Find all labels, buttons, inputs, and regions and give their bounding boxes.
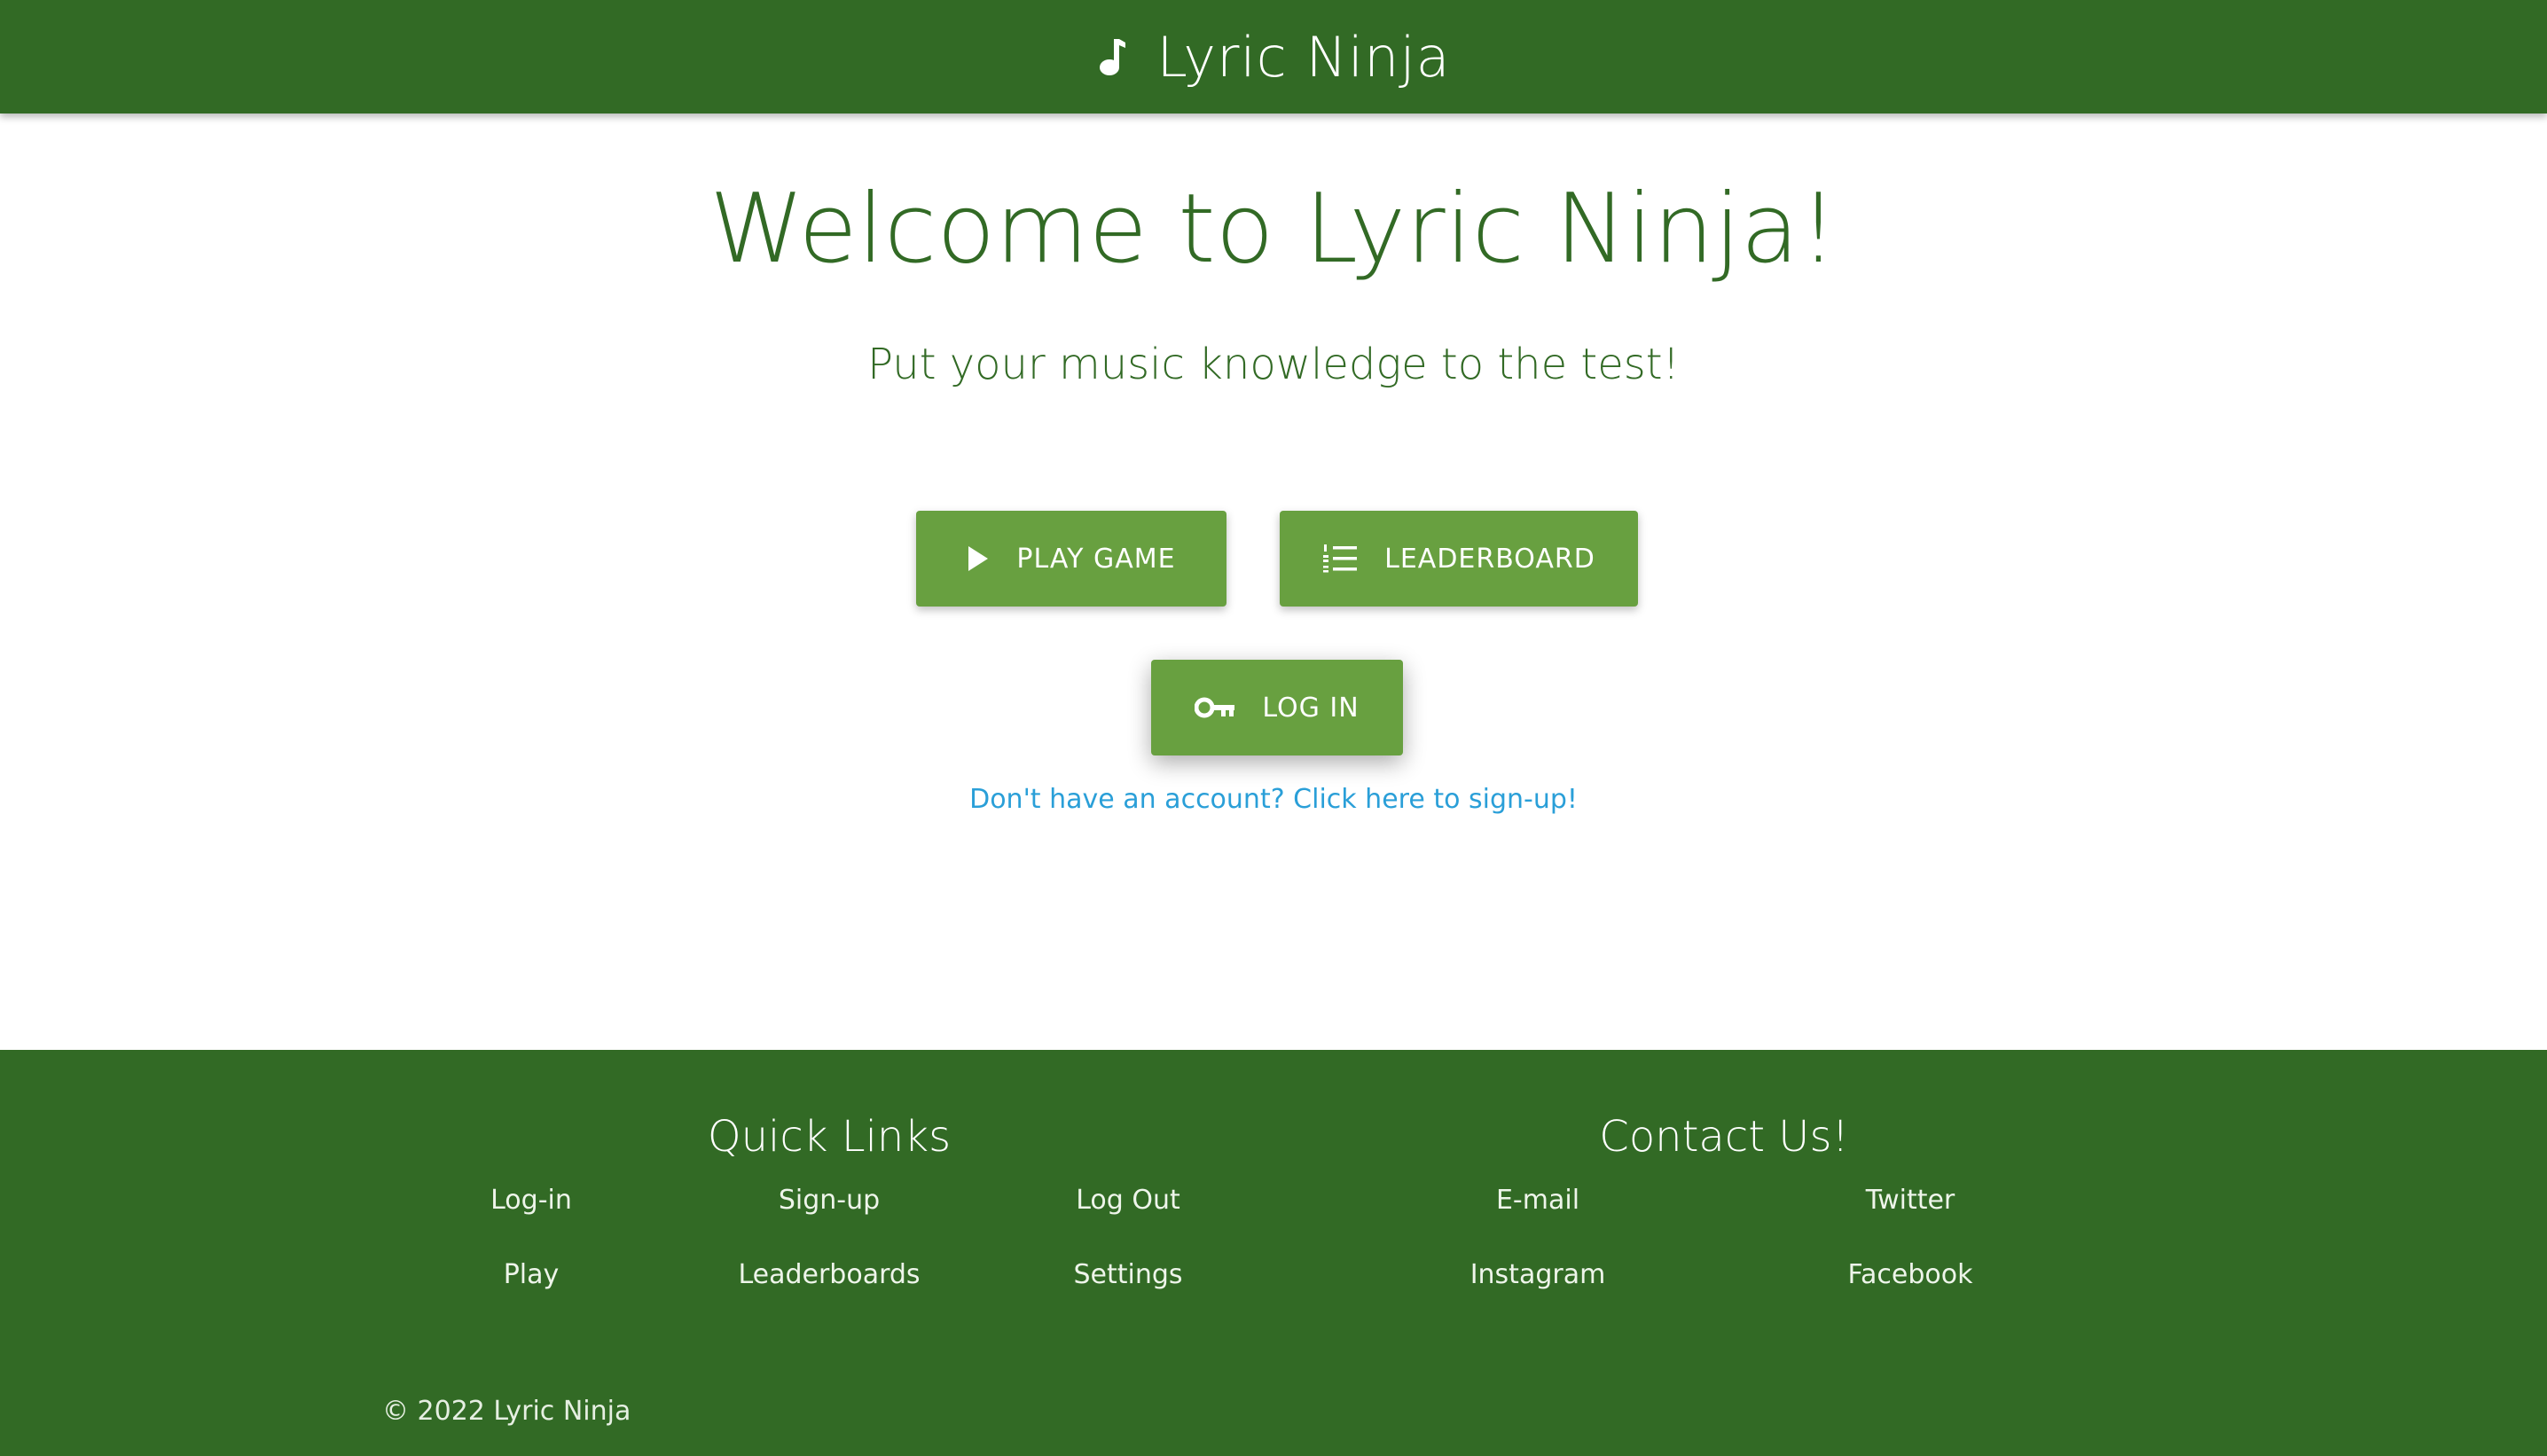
leaderboard-button[interactable]: LEADERBOARD	[1280, 511, 1638, 607]
welcome-subtitle: Put your music knowledge to the test!	[867, 340, 1680, 389]
footer-link-leaderboards[interactable]: Leaderboards	[696, 1259, 962, 1291]
copyright: © 2022 Lyric Ninja	[382, 1396, 631, 1427]
play-icon	[968, 546, 989, 571]
play-game-button[interactable]: PLAY GAME	[916, 511, 1226, 607]
footer-link-settings[interactable]: Settings	[995, 1259, 1261, 1291]
contact-heading: Contact Us!	[1599, 1112, 1849, 1162]
music-note-icon	[1100, 39, 1126, 75]
brand[interactable]: Lyric Ninja	[1096, 25, 1450, 90]
signup-link[interactable]: Don't have an account? Click here to sig…	[0, 784, 2547, 815]
footer-link-email[interactable]: E-mail	[1405, 1185, 1671, 1217]
app-title: Lyric Ninja	[1156, 24, 1451, 90]
footer: Quick Links Log-in Sign-up Log Out Play …	[0, 1050, 2547, 1456]
welcome-heading: Welcome to Lyric Ninja!	[709, 174, 1838, 285]
footer-link-twitter[interactable]: Twitter	[1777, 1185, 2043, 1217]
footer-link-play[interactable]: Play	[398, 1259, 664, 1291]
footer-link-log-in[interactable]: Log-in	[398, 1185, 664, 1217]
quick-links-heading: Quick Links	[707, 1112, 952, 1162]
main-content: Welcome to Lyric Ninja! Put your music k…	[0, 114, 2547, 1050]
footer-link-log-out[interactable]: Log Out	[995, 1185, 1261, 1217]
top-app-bar: Lyric Ninja	[0, 0, 2547, 114]
play-game-label: PLAY GAME	[1016, 543, 1176, 575]
key-icon	[1195, 697, 1235, 718]
log-in-button[interactable]: LOG IN	[1151, 660, 1403, 755]
footer-link-facebook[interactable]: Facebook	[1777, 1259, 2043, 1291]
leaderboard-label: LEADERBOARD	[1384, 543, 1595, 575]
footer-link-instagram[interactable]: Instagram	[1405, 1259, 1671, 1291]
numbered-list-icon	[1323, 544, 1358, 573]
footer-link-sign-up[interactable]: Sign-up	[696, 1185, 962, 1217]
log-in-label: LOG IN	[1262, 692, 1360, 724]
